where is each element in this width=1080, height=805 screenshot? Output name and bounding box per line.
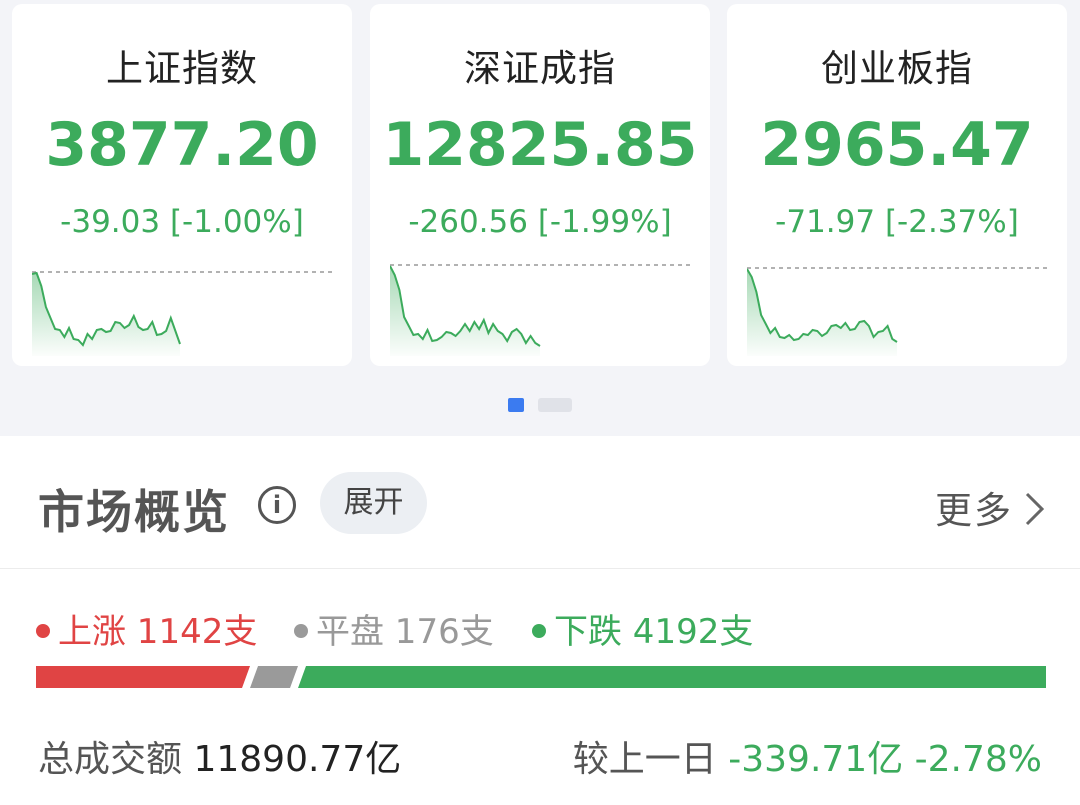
- index-card-sse[interactable]: 上证指数 3877.20 -39.03 [-1.00%]: [12, 4, 352, 366]
- volume-compare: 较上一日 -339.71亿 -2.78%: [573, 730, 1042, 782]
- index-sparkline: [747, 267, 1049, 356]
- index-change: -71.97 [-2.37%]: [775, 204, 1019, 240]
- index-name: 深证成指: [464, 47, 616, 90]
- breadth-bar: [36, 666, 1046, 688]
- more-link[interactable]: 更多: [935, 480, 1013, 534]
- up-label: 上涨 1142支: [58, 612, 258, 652]
- divider: [0, 568, 1080, 569]
- index-change: -260.56 [-1.99%]: [408, 204, 672, 240]
- flat-dot-icon: [294, 623, 308, 638]
- total-volume: 总成交额 11890.77亿: [38, 730, 401, 782]
- index-price: 12825.85: [382, 110, 698, 180]
- total-volume-value: 11890.77亿: [193, 739, 402, 780]
- breadth-stats: 上涨 1142支 平盘 176支 下跌 4192支: [36, 604, 1046, 654]
- pager-dot-active[interactable]: [508, 398, 524, 412]
- market-overview-panel: 市场概览 i 展开 更多 上涨 1142支 平盘 176支 下跌 4192支 总…: [0, 436, 1080, 805]
- info-icon[interactable]: i: [258, 486, 296, 524]
- index-change: -39.03 [-1.00%]: [60, 204, 304, 240]
- market-overview-title: 市场概览: [38, 485, 230, 539]
- carousel-pager[interactable]: [0, 398, 1080, 412]
- up-stat: 上涨 1142支: [36, 604, 257, 653]
- down-dot-icon: [532, 623, 546, 638]
- index-sparkline: [32, 271, 334, 356]
- index-price: 3877.20: [45, 110, 319, 180]
- flat-stat: 平盘 176支: [294, 604, 494, 653]
- chevron-right-icon[interactable]: [1022, 490, 1048, 528]
- flat-label: 平盘 176支: [316, 612, 494, 652]
- compare-value: -339.71亿 -2.78%: [728, 739, 1042, 780]
- index-card-szse[interactable]: 深证成指 12825.85 -260.56 [-1.99%]: [370, 4, 710, 366]
- pager-dot-inactive[interactable]: [538, 398, 572, 412]
- down-bar-segment: [298, 666, 1046, 688]
- down-stat: 下跌 4192支: [532, 604, 753, 653]
- index-card-chinext[interactable]: 创业板指 2965.47 -71.97 [-2.37%]: [727, 4, 1067, 366]
- compare-label: 较上一日: [572, 739, 717, 780]
- flat-bar-segment: [250, 666, 299, 688]
- index-name: 创业板指: [821, 47, 973, 90]
- expand-button[interactable]: 展开: [320, 472, 427, 534]
- up-bar-segment: [36, 666, 251, 688]
- down-label: 下跌 4192支: [554, 612, 754, 652]
- up-dot-icon: [36, 623, 50, 638]
- index-name: 上证指数: [106, 47, 258, 90]
- total-volume-label: 总成交额: [38, 739, 183, 780]
- index-sparkline: [390, 264, 692, 356]
- index-price: 2965.47: [760, 110, 1034, 180]
- index-cards-carousel[interactable]: 上证指数 3877.20 -39.03 [-1.00%] 深证成指 12825.…: [0, 0, 1080, 372]
